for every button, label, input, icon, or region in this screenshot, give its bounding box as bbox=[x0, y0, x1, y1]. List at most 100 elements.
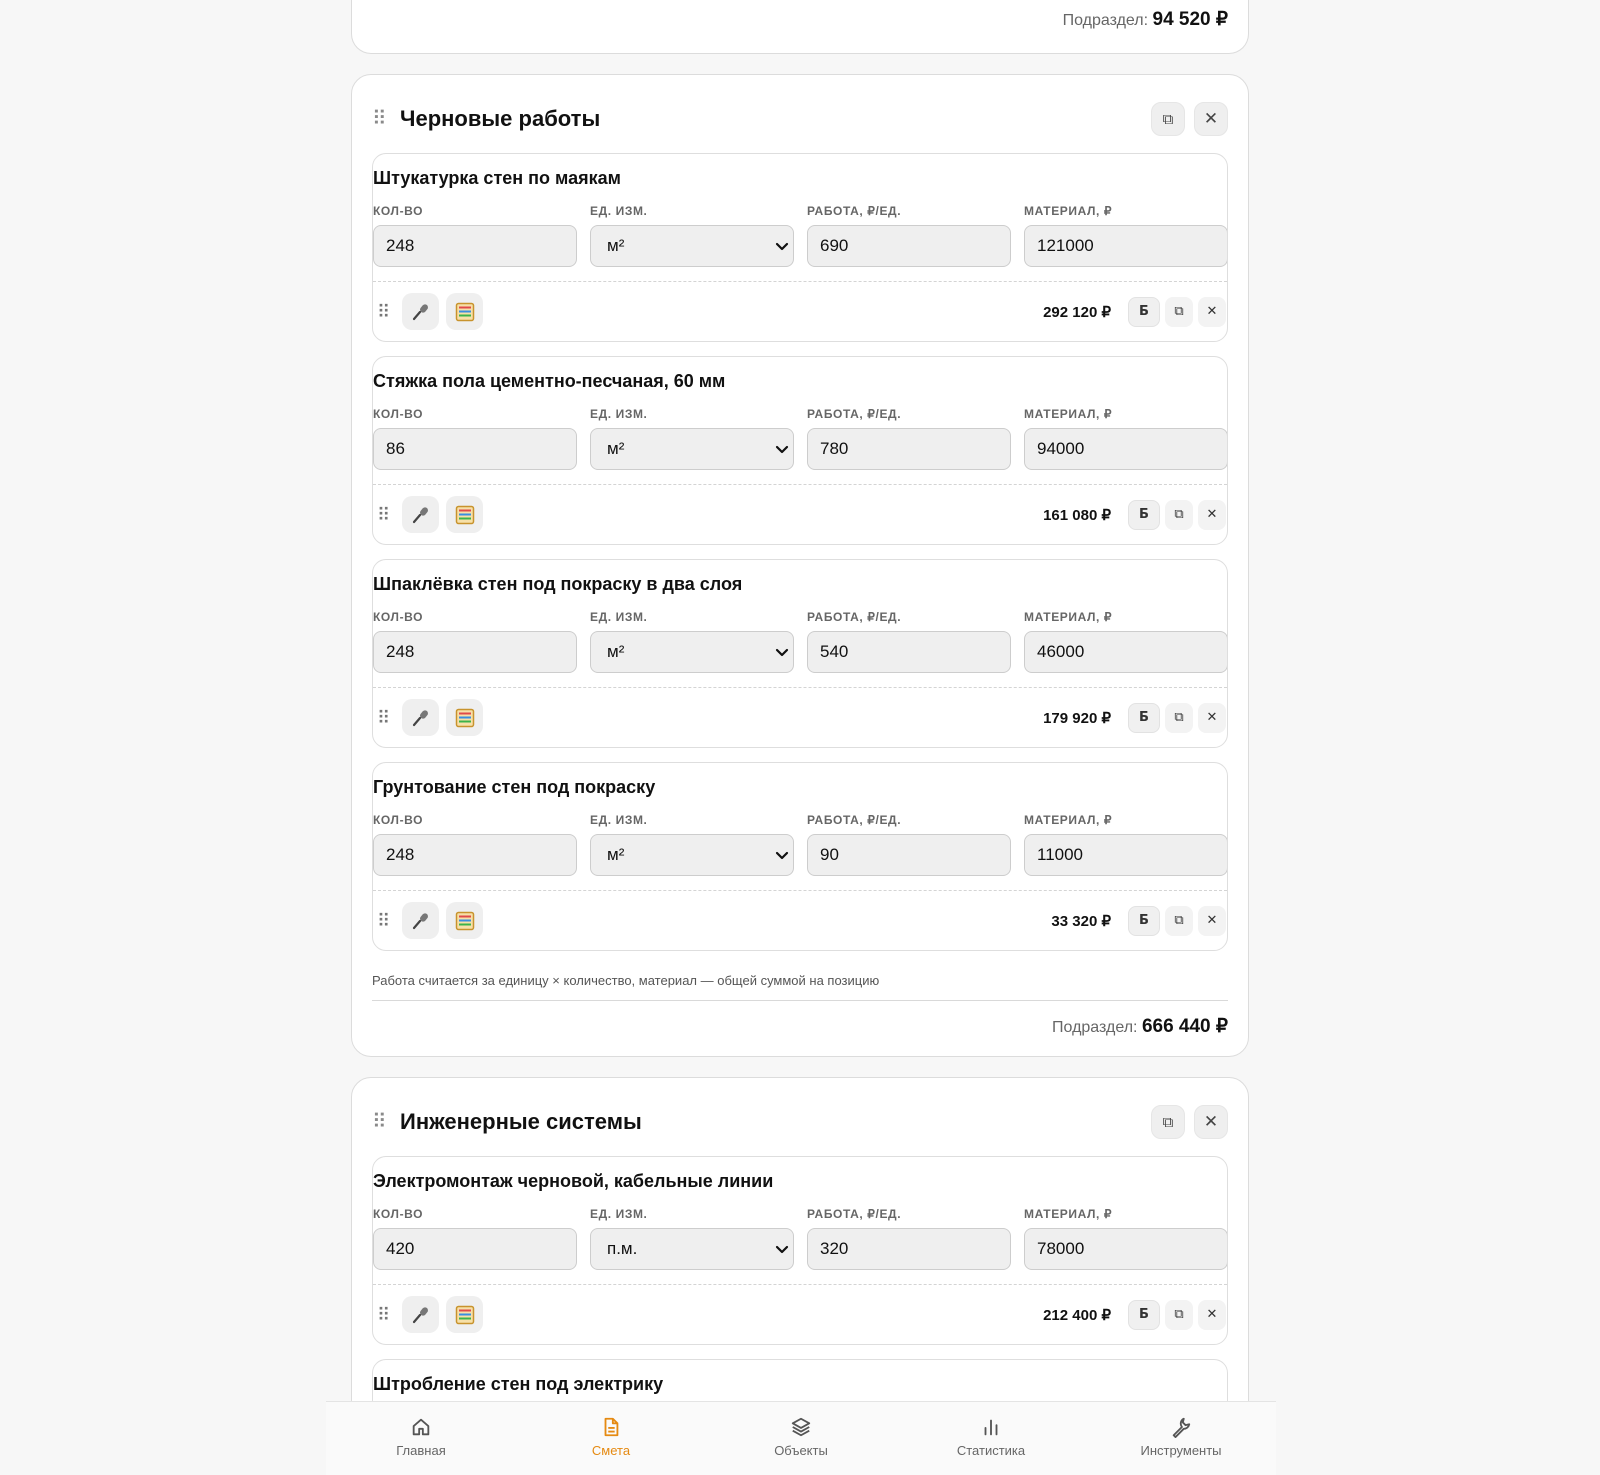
item-fields: КОЛ-ВО 86 ЕД. ИЗМ. м² РАБОТА, ₽/ЕД. 780 МАТ… bbox=[373, 405, 1227, 470]
item-total: 212 400 ₽ bbox=[1043, 1306, 1111, 1324]
work-price-input[interactable]: 540 bbox=[807, 631, 1011, 673]
item-footer: ⠿ 179 920 ₽ Б ⧉ ✕ bbox=[373, 687, 1227, 747]
material-label: МАТЕРИАЛ, ₽ bbox=[1024, 407, 1113, 421]
copy-icon: ⧉ bbox=[1162, 1113, 1174, 1131]
nav-home[interactable]: Главная bbox=[326, 1402, 516, 1475]
material-input[interactable]: 94000 bbox=[1024, 428, 1227, 470]
abacus-icon bbox=[455, 302, 474, 321]
chevron-down-icon bbox=[775, 851, 789, 860]
unit-select[interactable]: м² bbox=[590, 225, 794, 267]
work-label: РАБОТА, ₽/ЕД. bbox=[807, 407, 902, 421]
drag-handle-icon[interactable]: ⠿ bbox=[377, 303, 395, 321]
delete-item-button[interactable]: ✕ bbox=[1198, 905, 1226, 936]
layers-icon bbox=[791, 1417, 811, 1437]
work-price-input[interactable]: 690 bbox=[807, 225, 1011, 267]
b-toggle-button[interactable]: Б bbox=[1128, 702, 1160, 733]
estimate-page: Подраздел: 94 520 ₽ ⠿ Черновые работы ⧉ … bbox=[351, 0, 1249, 1458]
estimate-item: Стяжка пола цементно-песчаная, 60 мм КОЛ… bbox=[372, 356, 1228, 545]
calculator-button[interactable] bbox=[446, 699, 483, 736]
estimate-item: Шпаклёвка стен под покраску в два слоя К… bbox=[372, 559, 1228, 748]
section-header: ⠿ Инженерные системы ⧉ ✕ bbox=[372, 1098, 1228, 1146]
bottom-navigation: Главная Смета Объекты Статистика Инструм… bbox=[326, 1401, 1276, 1475]
voice-input-button[interactable] bbox=[402, 496, 439, 533]
delete-item-button[interactable]: ✕ bbox=[1198, 296, 1226, 327]
drag-handle-icon[interactable]: ⠿ bbox=[377, 506, 395, 524]
qty-input[interactable]: 248 bbox=[373, 834, 577, 876]
work-price-input[interactable]: 320 bbox=[807, 1228, 1011, 1270]
nav-estimate[interactable]: Смета bbox=[516, 1402, 706, 1475]
work-price-input[interactable]: 780 bbox=[807, 428, 1011, 470]
b-toggle-button[interactable]: Б bbox=[1128, 499, 1160, 530]
duplicate-item-button[interactable]: ⧉ bbox=[1165, 1299, 1193, 1330]
voice-input-button[interactable] bbox=[402, 293, 439, 330]
drag-handle-icon[interactable]: ⠿ bbox=[377, 709, 395, 727]
b-toggle-button[interactable]: Б bbox=[1128, 1299, 1160, 1330]
section-rough-works: ⠿ Черновые работы ⧉ ✕ Штукатурка стен по… bbox=[351, 74, 1249, 1057]
copy-icon: ⧉ bbox=[1174, 304, 1184, 319]
delete-section-button[interactable]: ✕ bbox=[1194, 102, 1228, 136]
nav-objects[interactable]: Объекты bbox=[706, 1402, 896, 1475]
b-toggle-button[interactable]: Б bbox=[1128, 296, 1160, 327]
duplicate-item-button[interactable]: ⧉ bbox=[1165, 499, 1193, 530]
voice-input-button[interactable] bbox=[402, 1296, 439, 1333]
nav-tools[interactable]: Инструменты bbox=[1086, 1402, 1276, 1475]
qty-input[interactable]: 420 bbox=[373, 1228, 577, 1270]
close-icon: ✕ bbox=[1206, 710, 1218, 725]
unit-select[interactable]: м² bbox=[590, 428, 794, 470]
material-input[interactable]: 46000 bbox=[1024, 631, 1227, 673]
delete-item-button[interactable]: ✕ bbox=[1198, 499, 1226, 530]
unit-select[interactable]: п.м. bbox=[590, 1228, 794, 1270]
section-subtotal: Подраздел: 666 440 ₽ bbox=[1052, 1016, 1228, 1037]
unit-label: ЕД. ИЗМ. bbox=[590, 204, 648, 218]
drag-handle-icon[interactable]: ⠿ bbox=[377, 912, 395, 930]
home-icon bbox=[412, 1418, 430, 1436]
calculator-button[interactable] bbox=[446, 902, 483, 939]
calculator-button[interactable] bbox=[446, 1296, 483, 1333]
section-subtotal: Подраздел: 94 520 ₽ bbox=[1062, 9, 1228, 30]
drag-handle-icon[interactable]: ⠿ bbox=[377, 1306, 395, 1324]
item-total: 161 080 ₽ bbox=[1043, 506, 1111, 524]
calculator-button[interactable] bbox=[446, 293, 483, 330]
work-label: РАБОТА, ₽/ЕД. bbox=[807, 1207, 902, 1221]
drag-handle-icon[interactable]: ⠿ bbox=[372, 109, 398, 129]
duplicate-item-button[interactable]: ⧉ bbox=[1165, 296, 1193, 327]
nav-statistics[interactable]: Статистика bbox=[896, 1402, 1086, 1475]
calculator-button[interactable] bbox=[446, 496, 483, 533]
unit-select[interactable]: м² bbox=[590, 631, 794, 673]
voice-input-button[interactable] bbox=[402, 902, 439, 939]
duplicate-item-button[interactable]: ⧉ bbox=[1165, 702, 1193, 733]
microphone-icon bbox=[412, 912, 428, 929]
chevron-down-icon bbox=[775, 242, 789, 251]
copy-icon: ⧉ bbox=[1174, 710, 1184, 725]
item-footer: ⠿ 161 080 ₽ Б ⧉ ✕ bbox=[373, 484, 1227, 544]
material-input[interactable]: 121000 bbox=[1024, 225, 1227, 267]
qty-input[interactable]: 248 bbox=[373, 225, 577, 267]
material-label: МАТЕРИАЛ, ₽ bbox=[1024, 1207, 1113, 1221]
delete-item-button[interactable]: ✕ bbox=[1198, 702, 1226, 733]
material-input[interactable]: 11000 bbox=[1024, 834, 1227, 876]
unit-select[interactable]: м² bbox=[590, 834, 794, 876]
duplicate-section-button[interactable]: ⧉ bbox=[1151, 1105, 1185, 1139]
microphone-icon bbox=[412, 303, 428, 320]
material-label: МАТЕРИАЛ, ₽ bbox=[1024, 204, 1113, 218]
qty-label: КОЛ-ВО bbox=[373, 813, 424, 827]
drag-handle-icon[interactable]: ⠿ bbox=[372, 1112, 398, 1132]
item-total: 292 120 ₽ bbox=[1043, 303, 1111, 321]
delete-section-button[interactable]: ✕ bbox=[1194, 1105, 1228, 1139]
unit-label: ЕД. ИЗМ. bbox=[590, 813, 648, 827]
estimate-item: Электромонтаж черновой, кабельные линии … bbox=[372, 1156, 1228, 1345]
work-price-input[interactable]: 90 bbox=[807, 834, 1011, 876]
microphone-icon bbox=[412, 506, 428, 523]
b-toggle-button[interactable]: Б bbox=[1128, 905, 1160, 936]
qty-label: КОЛ-ВО bbox=[373, 204, 424, 218]
qty-input[interactable]: 86 bbox=[373, 428, 577, 470]
close-icon: ✕ bbox=[1203, 109, 1219, 129]
abacus-icon bbox=[455, 708, 474, 727]
material-input[interactable]: 78000 bbox=[1024, 1228, 1227, 1270]
duplicate-section-button[interactable]: ⧉ bbox=[1151, 102, 1185, 136]
qty-input[interactable]: 248 bbox=[373, 631, 577, 673]
voice-input-button[interactable] bbox=[402, 699, 439, 736]
delete-item-button[interactable]: ✕ bbox=[1198, 1299, 1226, 1330]
work-label: РАБОТА, ₽/ЕД. bbox=[807, 610, 902, 624]
duplicate-item-button[interactable]: ⧉ bbox=[1165, 905, 1193, 936]
